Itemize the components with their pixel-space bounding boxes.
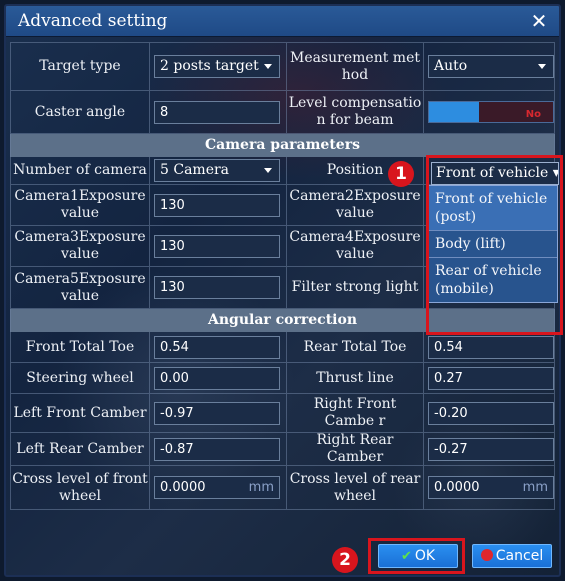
right-rear-camber-input[interactable]: -0.27 — [428, 437, 554, 461]
caster-angle-input[interactable]: 8 — [154, 100, 280, 124]
dialog-title: Advanced setting — [18, 11, 168, 31]
level-compensation-toggle[interactable]: No — [428, 101, 554, 123]
rear-total-toe-input[interactable]: 0.54 — [428, 335, 554, 359]
close-icon[interactable]: ✕ — [528, 9, 550, 33]
chevron-down-icon: ▾ — [548, 165, 559, 181]
right-rear-camber-label: Right Rear Camber — [287, 432, 424, 465]
camera2-exposure-label: Camera2Exposure value — [287, 185, 424, 225]
steering-row: Steering wheel 0.00 Thrust line 0.27 — [10, 363, 555, 394]
cancel-button[interactable]: Cancel — [472, 544, 552, 568]
front-camber-row: Left Front Camber -0.97 Right Front Camb… — [10, 394, 555, 433]
camera4-exposure-label: Camera4Exposure value — [287, 226, 424, 266]
caster-angle-label: Caster angle — [10, 91, 150, 133]
level-compensation-label: Level compensatio n for beam — [287, 91, 424, 133]
rear-total-toe-label: Rear Total Toe — [287, 332, 424, 362]
measurement-method-label: Measurement met hod — [287, 43, 424, 90]
check-icon: ✔ — [400, 549, 412, 564]
front-total-toe-input[interactable]: 0.54 — [154, 335, 280, 359]
left-front-camber-input[interactable]: -0.97 — [154, 401, 280, 425]
cross-level-front-input[interactable]: 0.0000 mm — [154, 476, 280, 499]
camera3-exposure-input[interactable]: 130 — [154, 234, 280, 258]
cancel-icon — [480, 549, 493, 561]
caster-row: Caster angle 8 Level compensatio n for b… — [10, 91, 555, 134]
number-of-camera-select[interactable]: 5 Camera — [154, 159, 280, 182]
camera-parameters-header: Camera parameters — [10, 134, 555, 157]
position-select[interactable]: Front of vehicle ▾ — [431, 162, 559, 185]
target-type-select[interactable]: 2 posts target — [154, 55, 280, 78]
position-option-body[interactable]: Body (lift) — [429, 231, 557, 258]
toggle-state-label: No — [525, 109, 541, 120]
unit-label: mm — [248, 480, 274, 495]
angular-correction-header: Angular correction — [10, 309, 555, 332]
position-option-rear[interactable]: Rear of vehicle (mobile) — [429, 258, 557, 302]
chevron-down-icon — [264, 168, 272, 173]
position-dropdown: Front of vehicle (post) Body (lift) Rear… — [428, 185, 558, 303]
left-rear-camber-input[interactable]: -0.87 — [154, 437, 280, 461]
cross-level-front-label: Cross level of front wheel — [10, 466, 150, 509]
right-front-camber-input[interactable]: -0.20 — [428, 401, 554, 425]
steering-wheel-label: Steering wheel — [10, 363, 150, 393]
chevron-down-icon — [538, 64, 546, 69]
target-type-row: Target type 2 posts target Measurement m… — [10, 43, 555, 91]
left-front-camber-label: Left Front Camber — [10, 394, 150, 432]
camera5-exposure-label: Camera5Exposure value — [10, 267, 150, 308]
front-total-toe-label: Front Total Toe — [10, 332, 150, 362]
step-marker-1: 1 — [388, 161, 414, 187]
target-type-label: Target type — [10, 43, 150, 90]
ok-button[interactable]: ✔ OK — [378, 544, 458, 568]
step-marker-2: 2 — [332, 547, 358, 573]
unit-label: mm — [522, 480, 548, 495]
cross-level-row: Cross level of front wheel 0.0000 mm Cro… — [10, 466, 555, 510]
chevron-down-icon — [264, 64, 272, 69]
thrust-line-input[interactable]: 0.27 — [428, 366, 554, 390]
position-option-front[interactable]: Front of vehicle (post) — [429, 186, 557, 231]
title-bar: Advanced setting ✕ — [6, 6, 559, 37]
camera1-exposure-input[interactable]: 130 — [154, 193, 280, 217]
number-of-camera-label: Number of camera — [10, 157, 150, 184]
steering-wheel-input[interactable]: 0.00 — [154, 366, 280, 390]
cross-level-rear-input[interactable]: 0.0000 mm — [428, 476, 554, 499]
filter-strong-light-label: Filter strong light — [287, 267, 424, 308]
rear-camber-row: Left Rear Camber -0.87 Right Rear Camber… — [10, 432, 555, 466]
right-front-camber-label: Right Front Cambe r — [287, 394, 424, 432]
camera3-exposure-label: Camera3Exposure value — [10, 226, 150, 266]
camera1-exposure-label: Camera1Exposure value — [10, 185, 150, 225]
left-rear-camber-label: Left Rear Camber — [10, 433, 150, 465]
total-toe-row: Front Total Toe 0.54 Rear Total Toe 0.54 — [10, 332, 555, 363]
cross-level-rear-label: Cross level of rear wheel — [287, 466, 424, 509]
measurement-method-select[interactable]: Auto — [428, 55, 554, 78]
thrust-line-label: Thrust line — [287, 363, 424, 393]
camera5-exposure-input[interactable]: 130 — [154, 276, 280, 299]
